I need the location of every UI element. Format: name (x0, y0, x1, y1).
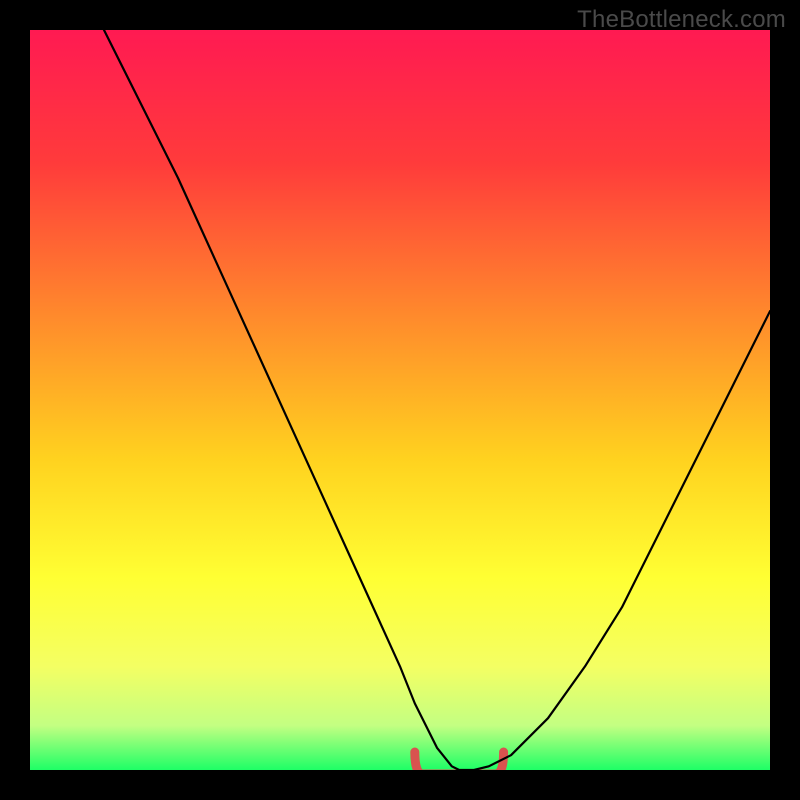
chart-frame: TheBottleneck.com (0, 0, 800, 800)
bottleneck-chart (30, 30, 770, 770)
plot-area (30, 30, 770, 770)
gradient-background (30, 30, 770, 770)
